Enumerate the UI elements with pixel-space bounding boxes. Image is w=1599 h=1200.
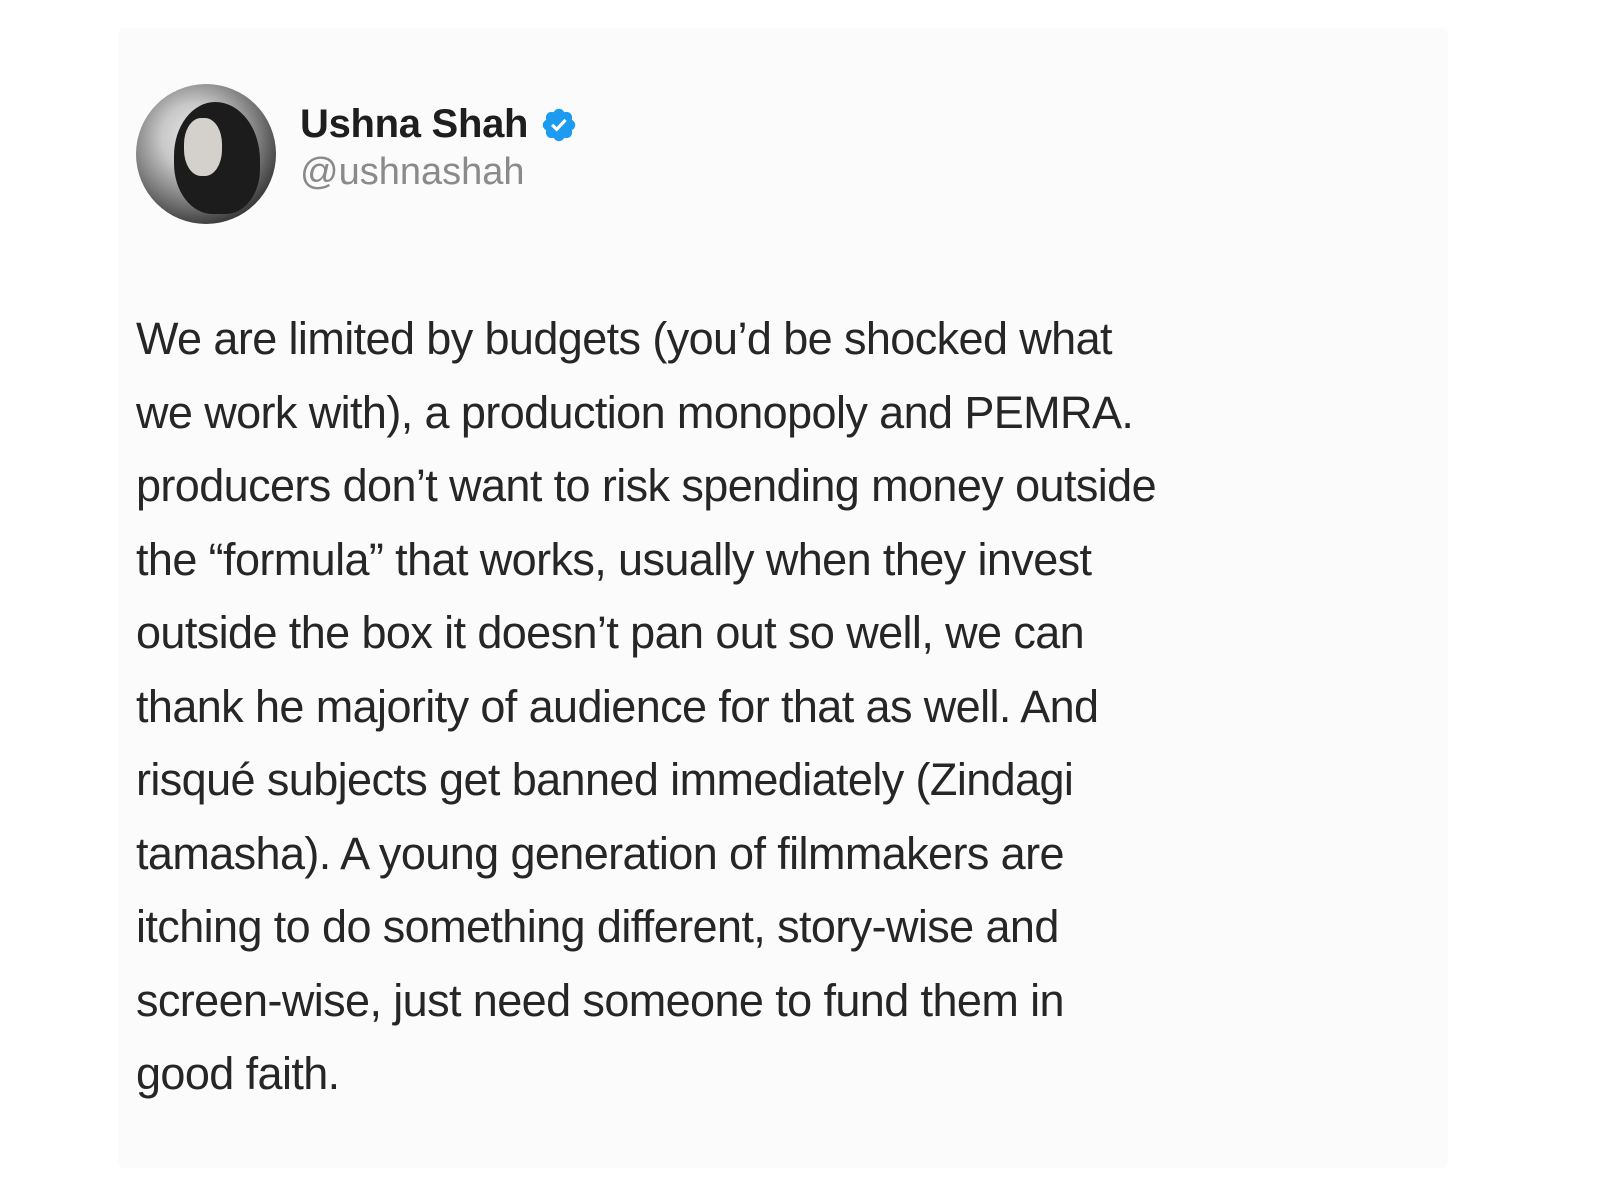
display-name[interactable]: Ushna Shah — [300, 102, 528, 147]
tweet-header: Ushna Shah @ushnashah — [136, 84, 578, 224]
avatar-face — [184, 118, 222, 176]
tweet-text-line: thank he majority of audience for that a… — [136, 680, 1099, 732]
name-row: Ushna Shah — [300, 102, 578, 147]
tweet-text: We are limited by budgets (you’d be shoc… — [136, 302, 1406, 1111]
tweet-text-line: producers don’t want to risk spending mo… — [136, 460, 1157, 511]
user-info: Ushna Shah @ushnashah — [300, 102, 578, 194]
tweet-text-line: itching to do something different, story… — [136, 901, 1059, 952]
tweet-text-line: good faith. — [136, 1048, 340, 1099]
tweet-text-line: the “formula” that works, usually when t… — [136, 533, 1092, 585]
tweet-text-line: we work with), a production monopoly and… — [136, 386, 1134, 438]
avatar[interactable] — [136, 84, 276, 224]
tweet-text-line: tamasha). A young generation of filmmake… — [136, 827, 1065, 879]
user-handle[interactable]: @ushnashah — [300, 151, 578, 194]
tweet-text-line: We are limited by budgets (you’d be shoc… — [136, 313, 1113, 364]
tweet-text-line: outside the box it doesn’t pan out so we… — [136, 607, 1085, 658]
verified-badge-icon — [540, 106, 578, 144]
tweet-text-line: risqué subjects get banned immediately (… — [136, 754, 1074, 805]
tweet-text-line: screen-wise, just need someone to fund t… — [136, 974, 1065, 1026]
